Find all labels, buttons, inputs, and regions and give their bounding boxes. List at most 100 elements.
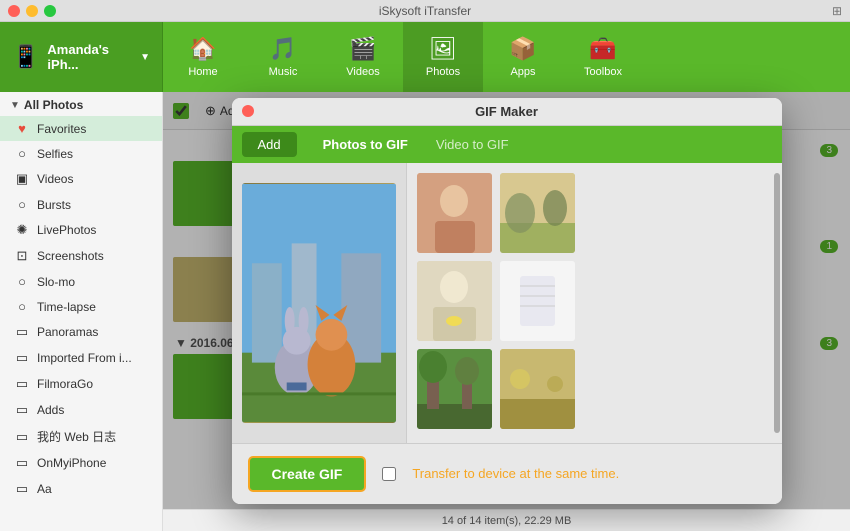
video-list-icon: ▣ (14, 171, 30, 187)
nav-music-label: Music (269, 66, 298, 78)
window-icon: ⊞ (832, 4, 842, 18)
thumb-row-2 (417, 261, 772, 341)
main-preview-image (242, 183, 396, 423)
modal-tabs: Photos to GIF Video to GIF (317, 134, 515, 155)
sidebar-item-screenshots[interactable]: ⊡ Screenshots (0, 243, 162, 269)
sidebar-item-adds[interactable]: ▭ Adds (0, 397, 162, 423)
sidebar-web-label: 我的 Web 日志 (37, 428, 152, 445)
nav-photos[interactable]: 🖼 Photos (403, 22, 483, 92)
apps-icon: 📦 (509, 36, 536, 62)
thumb-person-1[interactable] (417, 261, 492, 341)
timelapse-icon: ○ (14, 299, 30, 314)
sidebar-selfies-label: Selfies (37, 147, 152, 161)
panoramas-icon: ▭ (14, 324, 30, 340)
sidebar-adds-label: Adds (37, 403, 152, 417)
app-title: iSkysoft iTransfer (379, 4, 471, 18)
imported-icon: ▭ (14, 350, 30, 366)
main-layout: ▼ All Photos ♥ Favorites ○ Selfies ▣ Vid… (0, 92, 850, 531)
sidebar-item-timelapse[interactable]: ○ Time-lapse (0, 294, 162, 319)
web-icon: ▭ (14, 429, 30, 445)
thumb-row-3 (417, 349, 772, 429)
thumb-svg-4 (500, 261, 575, 341)
thumb-portrait-1[interactable] (417, 173, 492, 253)
heart-icon: ♥ (14, 121, 30, 136)
toolbox-icon: 🧰 (589, 36, 616, 62)
window-controls[interactable] (8, 5, 56, 17)
title-bar: iSkysoft iTransfer ⊞ (0, 0, 850, 22)
sidebar-panoramas-label: Panoramas (37, 325, 152, 339)
thumb-svg-1 (417, 173, 492, 253)
sidebar-item-favorites[interactable]: ♥ Favorites (0, 116, 162, 141)
sidebar-item-imported[interactable]: ▭ Imported From i... (0, 345, 162, 371)
vertical-scrollbar[interactable] (774, 173, 780, 433)
status-text: 14 of 14 item(s), 22.29 MB (442, 515, 572, 527)
tab-video-to-gif[interactable]: Video to GIF (430, 134, 515, 155)
tab-photos-to-gif[interactable]: Photos to GIF (317, 134, 414, 155)
sidebar-item-aa[interactable]: ▭ Aa (0, 476, 162, 502)
sidebar-item-panoramas[interactable]: ▭ Panoramas (0, 319, 162, 345)
thumb-forest-1[interactable] (417, 349, 492, 429)
music-icon: 🎵 (269, 36, 296, 62)
screenshots-icon: ⊡ (14, 248, 30, 264)
transfer-checkbox[interactable] (382, 467, 396, 481)
sidebar-item-web[interactable]: ▭ 我的 Web 日志 (0, 423, 162, 450)
top-nav: 📱 Amanda's iPh... ▼ 🏠 Home 🎵 Music 🎬 Vid… (0, 22, 850, 92)
aa-icon: ▭ (14, 481, 30, 497)
sidebar-item-filmorago[interactable]: ▭ FilmoraGo (0, 371, 162, 397)
section-arrow-icon: ▼ (10, 100, 20, 111)
gif-maker-modal: GIF Maker Add Photos to GIF Video to GIF (232, 98, 782, 504)
nav-videos[interactable]: 🎬 Videos (323, 22, 403, 92)
bursts-icon: ○ (14, 197, 30, 212)
device-icon: 📱 (12, 44, 39, 70)
create-gif-button[interactable]: Create GIF (248, 456, 367, 492)
modal-thumb-grid (407, 163, 782, 443)
livephotos-icon: ✺ (14, 222, 30, 238)
close-button[interactable] (8, 5, 20, 17)
videos-icon: 🎬 (349, 36, 376, 62)
sidebar-screenshots-label: Screenshots (37, 249, 152, 263)
sidebar-item-bursts[interactable]: ○ Bursts (0, 192, 162, 217)
zootopia-svg (242, 183, 396, 423)
sidebar-section-title: All Photos (24, 98, 83, 112)
nav-music[interactable]: 🎵 Music (243, 22, 323, 92)
modal-content (232, 163, 782, 443)
nav-apps[interactable]: 📦 Apps (483, 22, 563, 92)
nav-toolbox[interactable]: 🧰 Toolbox (563, 22, 643, 92)
sidebar-item-livephotos[interactable]: ✺ LivePhotos (0, 217, 162, 243)
device-section[interactable]: 📱 Amanda's iPh... ▼ (0, 22, 163, 92)
sidebar-onmyiphone-label: OnMyiPhone (37, 456, 152, 470)
content-area: ⊕ Add ↪ Export ⊖ Delete ↻ Refresh 🎞 Conv… (163, 92, 850, 531)
thumb-landscape-1[interactable] (500, 173, 575, 253)
sidebar-all-photos[interactable]: ▼ All Photos (0, 92, 162, 116)
maximize-button[interactable] (44, 5, 56, 17)
modal-main-image-area (232, 163, 407, 443)
transfer-label: Transfer to device at the same time. (412, 466, 619, 481)
sidebar-timelapse-label: Time-lapse (37, 300, 152, 314)
thumb-tan-1[interactable] (500, 349, 575, 429)
sidebar-item-slomo[interactable]: ○ Slo-mo (0, 269, 162, 294)
thumb-white-1[interactable] (500, 261, 575, 341)
modal-overlay: GIF Maker Add Photos to GIF Video to GIF (163, 92, 850, 509)
sidebar-item-videos[interactable]: ▣ Videos (0, 166, 162, 192)
thumb-svg-5 (417, 349, 492, 429)
minimize-button[interactable] (26, 5, 38, 17)
photos-icon: 🖼 (429, 36, 457, 62)
sidebar-favorites-label: Favorites (37, 122, 152, 136)
nav-home[interactable]: 🏠 Home (163, 22, 243, 92)
sidebar-livephotos-label: LivePhotos (37, 223, 152, 237)
modal-close-button[interactable] (242, 105, 254, 117)
sidebar-slomo-label: Slo-mo (37, 275, 152, 289)
modal-title: GIF Maker (475, 104, 538, 119)
sidebar-aa-label: Aa (37, 482, 152, 496)
modal-add-button[interactable]: Add (242, 132, 297, 157)
sidebar-videos-label: Videos (37, 172, 152, 186)
adds-icon: ▭ (14, 402, 30, 418)
home-icon: 🏠 (189, 36, 216, 62)
nav-items: 🏠 Home 🎵 Music 🎬 Videos 🖼 Photos 📦 Apps … (163, 22, 850, 92)
status-bar: 14 of 14 item(s), 22.29 MB (163, 509, 850, 531)
sidebar-filmorago-label: FilmoraGo (37, 377, 152, 391)
sidebar-item-selfies[interactable]: ○ Selfies (0, 141, 162, 166)
sidebar-item-onmyiphone[interactable]: ▭ OnMyiPhone (0, 450, 162, 476)
thumb-svg-6 (500, 349, 575, 429)
nav-home-label: Home (188, 66, 217, 78)
